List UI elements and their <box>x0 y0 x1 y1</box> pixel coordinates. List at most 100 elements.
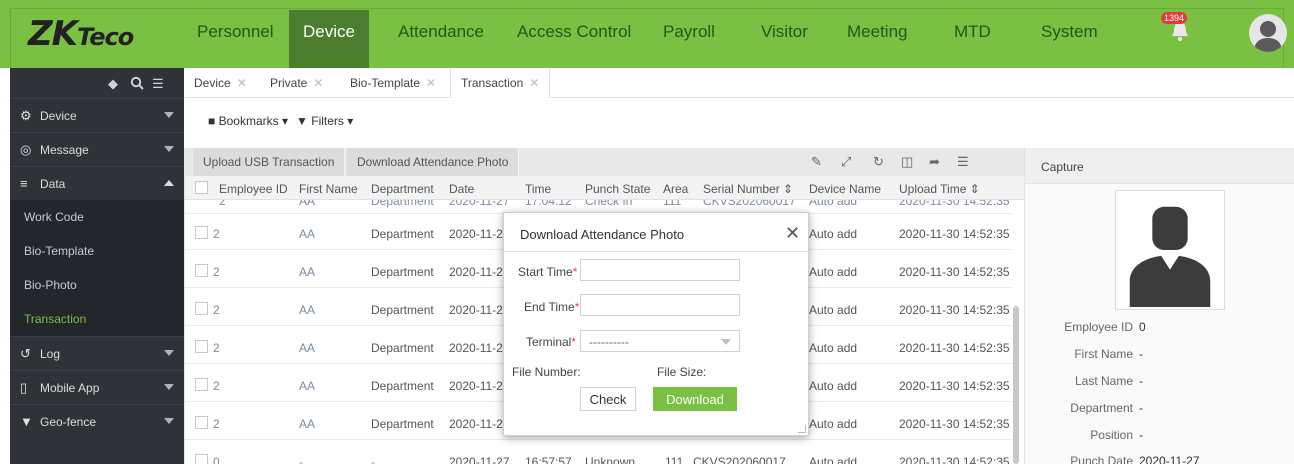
export-icon[interactable]: ➦ <box>929 154 940 170</box>
terminal-select[interactable]: ---------- <box>580 330 740 352</box>
row-checkbox[interactable] <box>195 264 208 277</box>
sidebar-item-mobile-app[interactable]: ▯ Mobile App <box>10 370 184 404</box>
zkteco-logo[interactable]: ZKTeco <box>28 14 134 54</box>
column-area[interactable]: Area <box>663 182 688 196</box>
terminal-label-text: Terminal <box>526 335 572 349</box>
download-attendance-photo-button[interactable]: Download Attendance Photo <box>347 148 520 176</box>
close-icon[interactable]: ✕ <box>313 76 323 90</box>
sidebar-item-log[interactable]: ↺ Log <box>10 336 184 370</box>
cell-time: 17:04:12 <box>525 200 572 208</box>
sidebar-subitem-work-code[interactable]: Work Code <box>10 200 184 234</box>
sidebar-item-label: Mobile App <box>40 381 100 395</box>
column-punch-state[interactable]: Punch State <box>585 182 650 196</box>
nav-personnel[interactable]: Personnel <box>197 22 274 42</box>
location-pin-icon: ▼ <box>20 414 33 429</box>
search-icon[interactable] <box>130 76 144 93</box>
nav-access-control[interactable]: Access Control <box>517 22 631 42</box>
tag-icon[interactable]: ◆ <box>108 76 118 92</box>
sidebar-item-message[interactable]: ◎ Message <box>10 132 184 166</box>
cell-device-name: Auto add <box>809 341 858 355</box>
close-icon[interactable]: ✕ <box>426 76 436 90</box>
column-time[interactable]: Time <box>525 182 551 196</box>
notification-badge[interactable]: 1394 <box>1161 12 1188 24</box>
table-row[interactable]: 0 - - 2020-11-27 16:57:57 Unknown 111 CK… <box>185 444 1013 464</box>
start-time-label: Start Time* <box>518 265 577 279</box>
user-avatar[interactable] <box>1249 14 1287 52</box>
resize-handle[interactable] <box>798 425 806 433</box>
expand-icon[interactable]: ⤢ <box>841 154 851 170</box>
last-name-value: - <box>1139 374 1143 388</box>
nav-device[interactable]: Device <box>289 10 369 68</box>
bookmarks-label: Bookmarks <box>218 114 279 128</box>
sidebar-item-geo-fence[interactable]: ▼ Geo-fence <box>10 404 184 438</box>
close-icon[interactable]: ✕ <box>529 76 539 90</box>
column-first-name[interactable]: First Name <box>299 182 358 196</box>
tab-transaction[interactable]: Transaction ✕ <box>450 68 551 98</box>
cell-first-name: AA <box>299 227 316 241</box>
nav-visitor[interactable]: Visitor <box>761 22 808 42</box>
bookmarks-button[interactable]: ■ Bookmarks ▾ <box>208 114 288 128</box>
nav-system[interactable]: System <box>1041 22 1098 42</box>
sidebar-item-label: Device <box>40 109 77 123</box>
tab-label: Private <box>270 76 308 90</box>
sidebar-subitem-bio-template[interactable]: Bio-Template <box>10 234 184 268</box>
row-checkbox[interactable] <box>195 416 208 429</box>
column-upload-time[interactable]: Upload Time ⇕ <box>899 182 980 196</box>
department-value: - <box>1139 401 1143 415</box>
nav-meeting[interactable]: Meeting <box>847 22 907 42</box>
column-employee-id[interactable]: Employee ID <box>219 182 288 196</box>
tab-private[interactable]: Private ✕ <box>270 76 323 90</box>
chevron-down-icon <box>164 112 174 118</box>
cell-date: 2020-11-27 <box>449 379 510 393</box>
column-serial-number[interactable]: Serial Number ⇕ <box>703 182 793 196</box>
cell-department: Department <box>371 379 434 393</box>
download-button[interactable]: Download <box>653 387 737 411</box>
sidebar-item-label: Message <box>40 143 89 157</box>
nav-payroll[interactable]: Payroll <box>663 22 715 42</box>
cell-device-name: Auto add <box>809 455 858 464</box>
refresh-icon[interactable]: ↻ <box>873 154 884 170</box>
chevron-down-icon <box>164 350 174 356</box>
cell-employee-id: 0 <box>213 455 220 464</box>
nav-mtd[interactable]: MTD <box>954 22 991 42</box>
file-size-label: File Size: <box>657 365 707 379</box>
cell-punch-state: Check In <box>585 200 633 208</box>
grid-scrollbar[interactable] <box>1013 306 1019 464</box>
cell-device-name: Auto add <box>809 379 858 393</box>
sidebar-subitem-transaction[interactable]: Transaction <box>10 302 184 336</box>
device-icon: ⚙ <box>20 108 32 123</box>
end-time-input[interactable] <box>580 294 740 316</box>
cell-department: - <box>371 455 375 464</box>
tab-device[interactable]: Device ✕ <box>194 76 247 90</box>
required-mark: * <box>571 335 577 349</box>
message-icon: ◎ <box>20 142 32 157</box>
row-checkbox[interactable] <box>195 226 208 239</box>
edit-icon[interactable]: ✎ <box>811 154 822 170</box>
column-device-name[interactable]: Device Name <box>809 182 881 196</box>
close-icon[interactable]: ✕ <box>237 76 247 90</box>
filters-button[interactable]: ▼ Filters ▾ <box>296 114 353 128</box>
cell-date: 2020-11-27 <box>449 341 510 355</box>
sidebar-item-device[interactable]: ⚙ Device <box>10 98 184 132</box>
close-icon[interactable]: ✕ <box>785 223 800 244</box>
cell-department: Department <box>371 303 434 317</box>
start-time-input[interactable] <box>580 259 740 281</box>
list-icon[interactable]: ☰ <box>152 76 164 92</box>
select-all-checkbox[interactable] <box>195 181 208 194</box>
nav-attendance[interactable]: Attendance <box>398 22 484 42</box>
row-checkbox[interactable] <box>195 454 208 464</box>
row-checkbox[interactable] <box>195 302 208 315</box>
check-button[interactable]: Check <box>580 387 636 411</box>
capture-photo <box>1115 190 1225 310</box>
sidebar-item-data[interactable]: ≡ Data <box>10 166 184 200</box>
row-checkbox[interactable] <box>195 340 208 353</box>
sidebar-subitem-bio-photo[interactable]: Bio-Photo <box>10 268 184 302</box>
row-checkbox[interactable] <box>195 378 208 391</box>
column-department[interactable]: Department <box>371 182 434 196</box>
upload-usb-transaction-button[interactable]: Upload USB Transaction <box>193 148 346 176</box>
settings-sliders-icon[interactable]: ☰ <box>957 154 969 170</box>
columns-icon[interactable]: ◫ <box>901 154 913 170</box>
column-date[interactable]: Date <box>449 182 474 196</box>
tab-bio-template[interactable]: Bio-Template ✕ <box>350 76 436 90</box>
cell-upload-time: 2020-11-30 14:52:35 <box>899 265 1010 279</box>
